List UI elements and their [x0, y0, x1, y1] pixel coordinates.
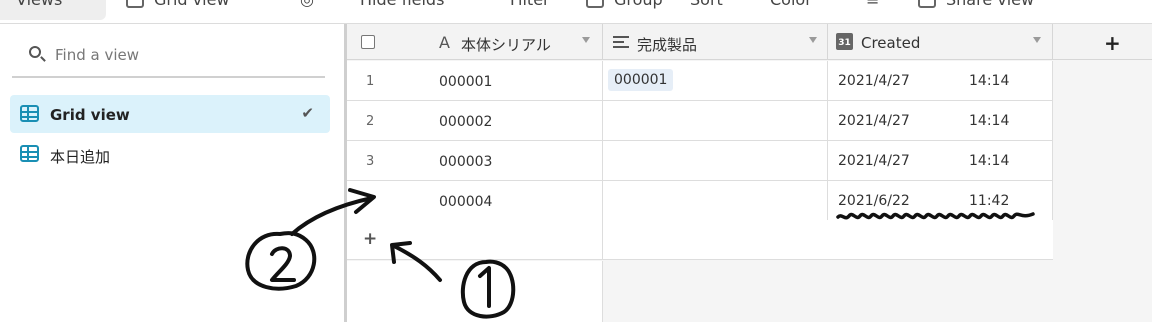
arrow-to-row-4-mark	[290, 196, 374, 236]
numeral-1-mark	[478, 266, 491, 308]
numeral-2-mark	[270, 246, 296, 282]
handwritten-annotations	[245, 188, 1035, 319]
wavy-underline-mark	[836, 212, 1035, 220]
arrow-to-add-button-mark	[392, 244, 442, 282]
